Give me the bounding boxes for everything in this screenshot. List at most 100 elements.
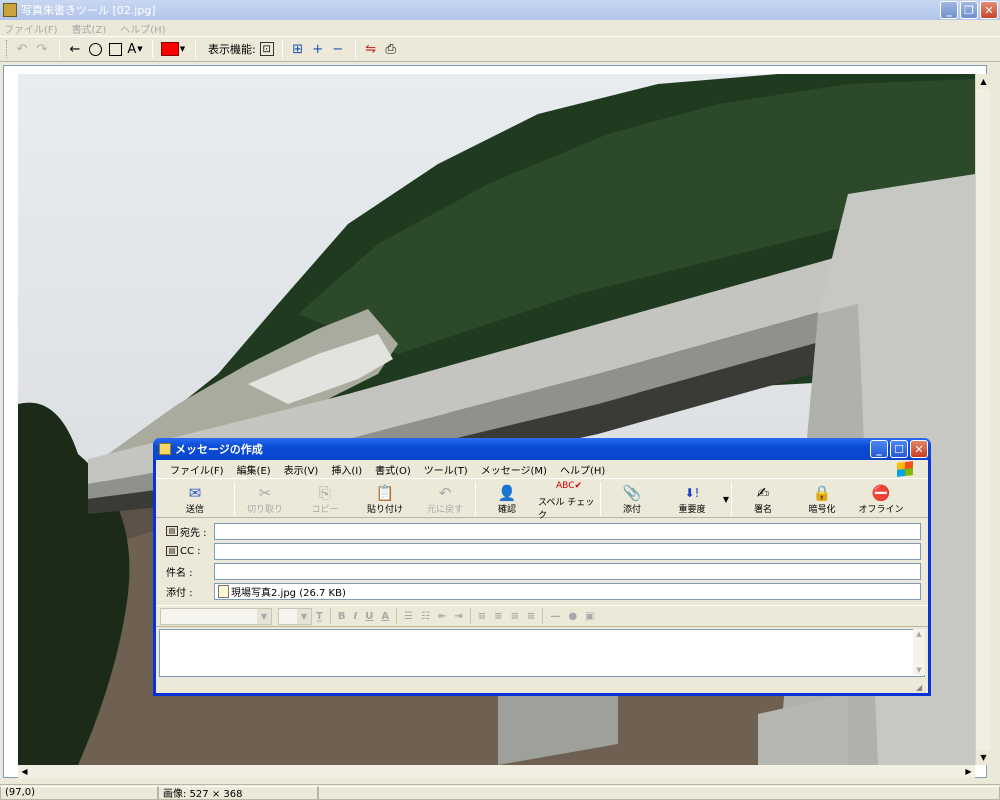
print-icon[interactable]: ⎙ bbox=[382, 40, 400, 58]
minimize-button[interactable]: _ bbox=[940, 1, 958, 19]
dialog-menu-help[interactable]: ヘルプ(H) bbox=[560, 462, 605, 477]
menu-format[interactable]: 書式(Z) bbox=[72, 21, 107, 36]
scissors-icon: ✂ bbox=[258, 483, 272, 502]
app-toolbar: ↶ ↷ ← A ▼ ▼ 表示機能: ⊡ ⊞ + − ⇋ ⎙ bbox=[0, 36, 1000, 62]
cc-address-book[interactable]: ▤ CC : bbox=[166, 546, 201, 557]
horizontal-scrollbar[interactable]: ◀ ▶ bbox=[18, 765, 975, 778]
send-icon: ✉ bbox=[188, 483, 202, 502]
close-button[interactable]: ✕ bbox=[980, 1, 998, 19]
align-left-icon[interactable]: ≡ bbox=[478, 611, 486, 622]
dialog-menu-insert[interactable]: 挿入(I) bbox=[331, 462, 362, 477]
menu-file[interactable]: ファイル(F) bbox=[4, 21, 58, 36]
clipboard-icon: 📋 bbox=[375, 483, 395, 502]
spellcheck-icon: ABC✔ bbox=[556, 481, 582, 491]
statusbar: (97,0) 画像: 527 × 368 bbox=[0, 784, 1000, 800]
attachment-field[interactable]: 現場写真2.jpg (26.7 KB) bbox=[214, 582, 921, 600]
justify-icon[interactable]: ≡ bbox=[527, 611, 535, 622]
signature-icon: ✍ bbox=[756, 483, 770, 502]
decrease-indent-icon[interactable]: ⇤ bbox=[438, 611, 446, 622]
increase-indent-icon[interactable]: ⇥ bbox=[454, 611, 462, 622]
priority-dropdown-icon[interactable]: ▼ bbox=[721, 479, 731, 519]
scroll-down-icon[interactable]: ▼ bbox=[976, 750, 991, 765]
circle-tool-icon[interactable] bbox=[86, 40, 104, 58]
rectangle-tool-icon[interactable] bbox=[106, 40, 124, 58]
align-center-icon[interactable]: ≡ bbox=[494, 611, 502, 622]
paste-button[interactable]: 📋 貼り付け bbox=[355, 479, 415, 519]
dialog-menu-file[interactable]: ファイル(F) bbox=[170, 462, 224, 477]
attach-row: 添付 : 現場写真2.jpg (26.7 KB) bbox=[156, 582, 928, 600]
restore-button[interactable]: ❐ bbox=[960, 1, 978, 19]
bold-icon[interactable]: B bbox=[338, 611, 346, 622]
scroll-right-icon[interactable]: ▶ bbox=[962, 765, 975, 778]
compose-message-dialog: メッセージの作成 _ ☐ ✕ ファイル(F) 編集(E) 表示(V) 挿入(I)… bbox=[153, 438, 931, 696]
scroll-left-icon[interactable]: ◀ bbox=[18, 765, 31, 778]
zoom-actual-icon[interactable]: ⊞ bbox=[289, 40, 307, 58]
status-image-size: 画像: 527 × 368 bbox=[158, 785, 318, 800]
cc-row: ▤ CC : bbox=[156, 542, 928, 560]
dialog-menu-edit[interactable]: 編集(E) bbox=[237, 462, 271, 477]
address-book-icon: ▤ bbox=[166, 546, 178, 556]
dialog-statusbar: ◢ bbox=[156, 678, 928, 693]
check-names-button[interactable]: 👤 確認 bbox=[476, 479, 538, 519]
numbered-list-icon[interactable]: ☰ bbox=[404, 611, 413, 622]
subject-label: 件名 : bbox=[166, 567, 193, 579]
font-size-select[interactable]: ▼ bbox=[278, 607, 312, 625]
menu-help[interactable]: ヘルプ(H) bbox=[120, 21, 165, 36]
encrypt-button[interactable]: 🔒 暗号化 bbox=[794, 479, 850, 519]
export-icon[interactable]: ⇋ bbox=[362, 40, 380, 58]
text-tool-icon[interactable]: A ▼ bbox=[126, 40, 144, 58]
dialog-minimize-button[interactable]: _ bbox=[870, 440, 888, 458]
font-color-icon[interactable]: A bbox=[381, 611, 389, 622]
underline-icon[interactable]: U bbox=[365, 611, 373, 622]
sign-button[interactable]: ✍ 署名 bbox=[732, 479, 794, 519]
horizontal-line-icon[interactable]: — bbox=[550, 611, 560, 622]
compose-icon bbox=[159, 443, 171, 455]
hyperlink-icon[interactable]: ● bbox=[568, 611, 577, 622]
cc-label: CC : bbox=[180, 545, 201, 557]
to-input[interactable] bbox=[214, 522, 921, 540]
priority-icon: ⬇! bbox=[684, 485, 700, 500]
copy-button[interactable]: ⎘ コピー bbox=[295, 479, 355, 519]
cc-input[interactable] bbox=[214, 542, 921, 560]
arrow-tool-icon[interactable]: ← bbox=[66, 40, 84, 58]
vertical-scrollbar[interactable]: ▲ ▼ bbox=[975, 74, 991, 765]
toolbar-grip[interactable] bbox=[6, 40, 9, 58]
undo-icon[interactable]: ↶ bbox=[13, 40, 31, 58]
send-button[interactable]: ✉ 送信 bbox=[156, 479, 234, 519]
spell-check-button[interactable]: ABC✔ スペル チェック bbox=[538, 479, 600, 521]
align-right-icon[interactable]: ≡ bbox=[511, 611, 519, 622]
cut-button[interactable]: ✂ 切り取り bbox=[235, 479, 295, 519]
to-address-book[interactable]: ▤ 宛先 : bbox=[166, 524, 207, 539]
color-picker[interactable]: ▼ bbox=[159, 40, 187, 58]
attachment-name[interactable]: 現場写真2.jpg (26.7 KB) bbox=[231, 584, 346, 599]
dialog-menu-view[interactable]: 表示(V) bbox=[284, 462, 319, 477]
dialog-menu-message[interactable]: メッセージ(M) bbox=[481, 462, 547, 477]
dialog-close-button[interactable]: ✕ bbox=[910, 440, 928, 458]
priority-button[interactable]: ⬇! 重要度 bbox=[663, 479, 721, 519]
dialog-menu-format[interactable]: 書式(O) bbox=[375, 462, 411, 477]
dialog-menu-tools[interactable]: ツール(T) bbox=[424, 462, 468, 477]
fit-window-icon[interactable]: ⊡ bbox=[259, 42, 274, 56]
bullet-list-icon[interactable]: ☷ bbox=[421, 611, 430, 622]
redo-icon[interactable]: ↷ bbox=[33, 40, 51, 58]
app-icon bbox=[3, 3, 17, 17]
font-name-select[interactable]: ▼ bbox=[160, 607, 272, 625]
zoom-out-icon[interactable]: − bbox=[329, 40, 347, 58]
italic-icon[interactable]: I bbox=[353, 611, 357, 622]
color-swatch bbox=[160, 42, 179, 56]
undo-button[interactable]: ↶ 元に戻す bbox=[415, 479, 475, 519]
dialog-menubar: ファイル(F) 編集(E) 表示(V) 挿入(I) 書式(O) ツール(T) メ… bbox=[156, 460, 928, 478]
resize-grip-icon[interactable]: ◢ bbox=[916, 683, 926, 693]
dialog-titlebar[interactable]: メッセージの作成 _ ☐ ✕ bbox=[153, 438, 931, 460]
scroll-up-icon[interactable]: ▲ bbox=[976, 74, 991, 89]
paragraph-style-icon[interactable]: T̲ bbox=[316, 611, 323, 622]
lock-icon: 🔒 bbox=[812, 483, 832, 502]
message-body[interactable] bbox=[159, 629, 925, 677]
attach-button[interactable]: 📎 添付 bbox=[601, 479, 663, 519]
insert-picture-icon[interactable]: ▣ bbox=[585, 611, 594, 622]
offline-button[interactable]: ⛔ オフライン bbox=[850, 479, 912, 519]
dialog-maximize-button[interactable]: ☐ bbox=[890, 440, 908, 458]
paperclip-icon: 📎 bbox=[622, 483, 642, 502]
subject-input[interactable] bbox=[214, 562, 921, 580]
zoom-in-icon[interactable]: + bbox=[309, 40, 327, 58]
